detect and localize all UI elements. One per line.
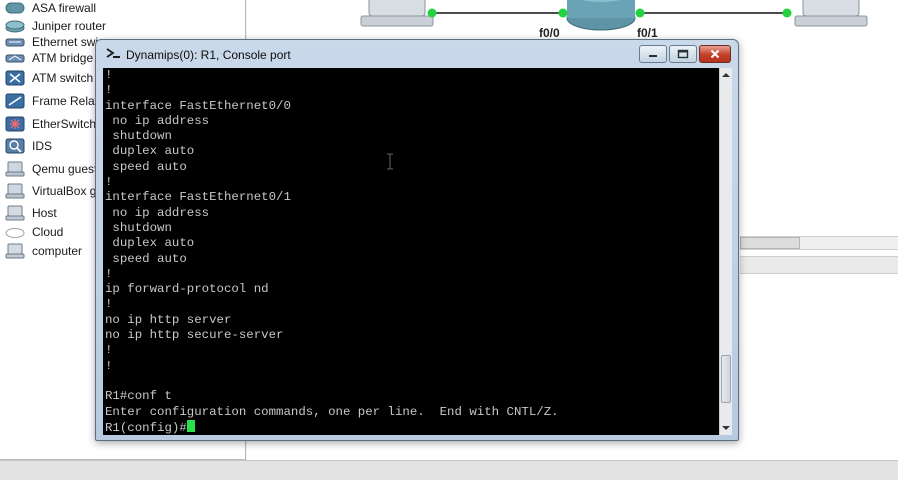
minimize-button[interactable] xyxy=(639,45,667,63)
atm-bridge-icon xyxy=(4,49,26,67)
device-item-label: ATM bridge xyxy=(32,51,94,65)
console-line: shutdown xyxy=(105,220,172,235)
link-status-dot xyxy=(427,8,437,18)
terminal-cursor xyxy=(186,419,195,432)
console-scroll-thumb[interactable] xyxy=(721,355,731,403)
console-line: ! xyxy=(105,358,113,373)
console-vertical-scrollbar[interactable] xyxy=(719,68,732,435)
console-line: duplex auto xyxy=(105,144,195,159)
console-line: ! xyxy=(105,266,113,281)
maximize-icon xyxy=(677,49,689,59)
device-item-label: Host xyxy=(32,206,57,220)
console-line: shutdown xyxy=(105,129,172,144)
console-line: duplex auto xyxy=(105,236,195,251)
console-line: ! xyxy=(105,343,113,358)
ibeam-cursor-icon xyxy=(387,153,393,170)
device-item-label: Qemu guest xyxy=(32,162,98,176)
console-line: R1#conf t xyxy=(105,389,172,404)
interface-label-f0-1: f0/1 xyxy=(637,26,658,40)
device-item[interactable]: IDS xyxy=(4,135,52,157)
device-item[interactable]: ATM switch xyxy=(4,67,93,89)
console-line: ! xyxy=(105,297,113,312)
topology-scroll-thumb[interactable] xyxy=(740,237,800,249)
scroll-up-arrow-icon[interactable] xyxy=(720,68,732,82)
host-icon xyxy=(4,204,26,222)
link-status-dot xyxy=(635,8,645,18)
left-host-icon[interactable] xyxy=(360,0,434,27)
right-host-icon[interactable] xyxy=(794,0,868,27)
device-item[interactable]: computer xyxy=(4,240,82,262)
console-line: ! xyxy=(105,68,113,82)
console-window-title: Dynamips(0): R1, Console port xyxy=(126,48,291,62)
console-output: !! interface FastEthernet0/0 no ip addres… xyxy=(105,68,559,435)
console-line: speed auto xyxy=(105,159,187,174)
status-strip xyxy=(0,460,898,480)
device-item-label: Frame Relay xyxy=(32,94,101,108)
close-icon xyxy=(710,49,720,59)
device-item-label: Cloud xyxy=(32,225,64,239)
console-line: interface FastEthernet0/0 xyxy=(105,98,291,113)
panel-splitter[interactable] xyxy=(740,256,898,274)
scroll-down-arrow-icon[interactable] xyxy=(720,421,732,435)
console-line: Enter configuration commands, one per li… xyxy=(105,404,559,419)
console-line: no ip http secure-server xyxy=(105,328,284,343)
console-line: no ip address xyxy=(105,113,210,128)
link-status-dot xyxy=(782,8,792,18)
cloud-icon xyxy=(4,223,26,241)
device-item[interactable]: ATM bridge xyxy=(4,47,93,69)
console-prompt: R1(config)# xyxy=(105,420,187,435)
device-item-label: IDS xyxy=(32,139,53,153)
device-item-label: EtherSwitch xyxy=(32,117,97,131)
ids-icon xyxy=(4,137,26,155)
computer-icon xyxy=(4,242,26,260)
console-line: ip forward-protocol nd xyxy=(105,282,269,297)
frame-relay-icon xyxy=(4,92,26,110)
device-item-label: ASA firewall xyxy=(32,1,97,15)
close-button[interactable] xyxy=(699,45,731,63)
qemu-guest-icon xyxy=(4,160,26,178)
atm-switch-icon xyxy=(4,69,26,87)
device-item[interactable]: VirtualBox g xyxy=(4,180,96,202)
console-line: no ip http server xyxy=(105,312,232,327)
interface-label-f0-0: f0/0 xyxy=(539,26,560,40)
maximize-button[interactable] xyxy=(669,45,697,63)
minimize-icon xyxy=(649,55,657,57)
router-r1-icon[interactable] xyxy=(566,0,636,31)
console-titlebar[interactable]: Dynamips(0): R1, Console port xyxy=(96,40,738,68)
device-item[interactable]: EtherSwitch xyxy=(4,113,96,135)
console-prompt-line[interactable]: R1(config)# xyxy=(105,419,559,435)
console-window[interactable]: Dynamips(0): R1, Console port !! interfac… xyxy=(95,39,739,441)
console-line: ! xyxy=(105,175,113,190)
console-window-icon xyxy=(106,48,120,58)
device-item[interactable]: Qemu guest xyxy=(4,158,97,180)
link-status-dot xyxy=(558,8,568,18)
virtualbox-icon xyxy=(4,182,26,200)
console-line: interface FastEthernet0/1 xyxy=(105,190,291,205)
device-item-label: ATM switch xyxy=(32,71,94,85)
etherswitch-icon xyxy=(4,115,26,133)
console-line: no ip address xyxy=(105,205,210,220)
device-item[interactable]: Frame Relay xyxy=(4,90,101,112)
console-terminal[interactable]: !! interface FastEthernet0/0 no ip addres… xyxy=(103,68,719,435)
device-item-label: computer xyxy=(32,244,83,258)
console-line: ! xyxy=(105,83,113,98)
console-line: speed auto xyxy=(105,251,187,266)
device-item-label: VirtualBox g xyxy=(32,184,97,198)
